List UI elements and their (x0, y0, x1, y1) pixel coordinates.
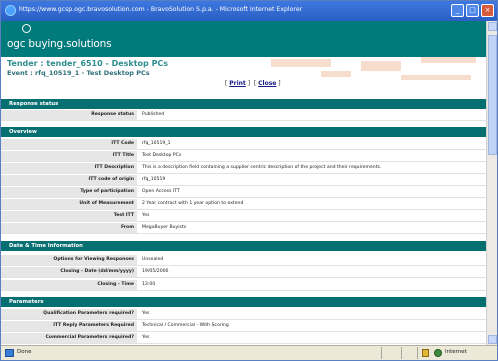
row-value: Open Access ITT (142, 189, 180, 194)
row-value: This is a description field containing a… (142, 165, 382, 170)
table-row: ITT Reply Parameters Required Technical … (1, 321, 486, 332)
row-value: Technical / Commercial - With Scoring (142, 323, 229, 328)
table-row: ITT Code rfq_10519_1 (1, 139, 486, 150)
section-header-overview: Overview (1, 127, 486, 137)
row-label: Closing - Date (dd/mm/yyyy) (1, 267, 137, 277)
table-row: Test ITT Yes (1, 211, 486, 222)
page-title: Tender : tender_6510 - Desktop PCs (7, 59, 169, 68)
row-label: Closing - Time (1, 280, 137, 290)
table-row: Type of participation Open Access ITT (1, 187, 486, 198)
row-value: 13:00 (142, 282, 156, 287)
row-label: Test ITT (1, 211, 137, 221)
row-value: Yes (142, 311, 150, 316)
row-label: ITT Description (1, 163, 137, 173)
row-value: MegaBuyer Buyists (142, 225, 187, 230)
table-row: Unit of Measurement 2 Year contract with… (1, 199, 486, 210)
security-zone-label: Internet (445, 349, 467, 355)
row-label: ITT code of origin (1, 175, 137, 185)
row-label: Qualification Parameters required? (1, 309, 137, 319)
table-row: Commercial Parameters required? Yes (1, 333, 486, 344)
section-header-parameters: Parameters (1, 297, 486, 307)
minimize-button[interactable]: _ (451, 4, 464, 17)
scroll-down-arrow-icon[interactable] (488, 335, 497, 344)
row-label: ITT Code (1, 139, 137, 149)
internet-zone-icon (434, 349, 442, 357)
table-row: ITT Title Test Desktop PCs (1, 151, 486, 162)
row-label: ITT Reply Parameters Required (1, 321, 137, 331)
table-row: ITT code of origin rfq_10519 (1, 175, 486, 186)
row-label: Response status (1, 110, 137, 120)
row-value: rfq_10519_1 (142, 141, 171, 146)
decorative-pattern (251, 57, 486, 89)
logo-icon (22, 24, 31, 33)
scroll-up-arrow-icon[interactable] (488, 22, 497, 31)
page-done-icon (5, 349, 14, 357)
section-header-date-time: Date & Time Information (1, 241, 486, 251)
row-value: Yes (142, 213, 150, 218)
row-value: Published (142, 112, 165, 117)
row-value: 2 Year contract with 1 year option to ex… (142, 201, 244, 206)
window-title: https://www.gcsp.ogc.bravosolution.com -… (19, 6, 303, 13)
table-row: ITT Description This is a description fi… (1, 163, 486, 174)
row-label: Options for Viewing Responses (1, 255, 137, 265)
close-link[interactable]: Close (258, 80, 276, 87)
section-header-response-status: Response status (1, 99, 486, 109)
maximize-button[interactable]: □ (466, 4, 479, 17)
browser-window: https://www.gcsp.ogc.bravosolution.com -… (0, 0, 498, 361)
row-label: Unit of Measurement (1, 199, 137, 209)
brand-banner: ogc buying.solutions (1, 21, 486, 57)
event-subtitle: Event : rfq_10519_1 - Test Desktop PCs (7, 69, 150, 77)
row-value: Yes (142, 335, 150, 340)
row-label: Commercial Parameters required? (1, 333, 137, 343)
action-links: [ Print ] [ Close ] (225, 80, 281, 87)
status-text: Done (17, 349, 32, 355)
table-row: Options for Viewing Responses Unsealed (1, 255, 486, 266)
lock-icon (422, 349, 429, 357)
title-bar[interactable]: https://www.gcsp.ogc.bravosolution.com -… (1, 1, 497, 21)
close-window-button[interactable]: × (481, 4, 494, 17)
window-controls: _ □ × (451, 4, 494, 17)
row-label: From (1, 223, 137, 233)
table-row: Qualification Parameters required? Yes (1, 309, 486, 320)
row-label: Type of participation (1, 187, 137, 197)
print-link[interactable]: Print (229, 80, 246, 87)
row-value: Unsealed (142, 257, 164, 262)
row-value: Test Desktop PCs (142, 153, 182, 158)
row-label: ITT Title (1, 151, 137, 161)
status-bar: Done Internet (1, 345, 497, 360)
row-value: rfq_10519 (142, 177, 166, 182)
row-value: 19/05/2006 (142, 269, 169, 274)
table-row: Response status Published (1, 110, 486, 121)
vertical-scrollbar[interactable] (486, 21, 497, 345)
page-content: ogc buying.solutions Tender : tender_651… (1, 21, 486, 345)
scroll-thumb[interactable] (488, 35, 497, 155)
table-row: From MegaBuyer Buyists (1, 223, 486, 234)
logo-text: ogc buying.solutions (7, 38, 112, 50)
table-row: Closing - Time 13:00 (1, 280, 486, 291)
internet-explorer-icon (5, 5, 16, 16)
table-row: Closing - Date (dd/mm/yyyy) 19/05/2006 (1, 267, 486, 278)
